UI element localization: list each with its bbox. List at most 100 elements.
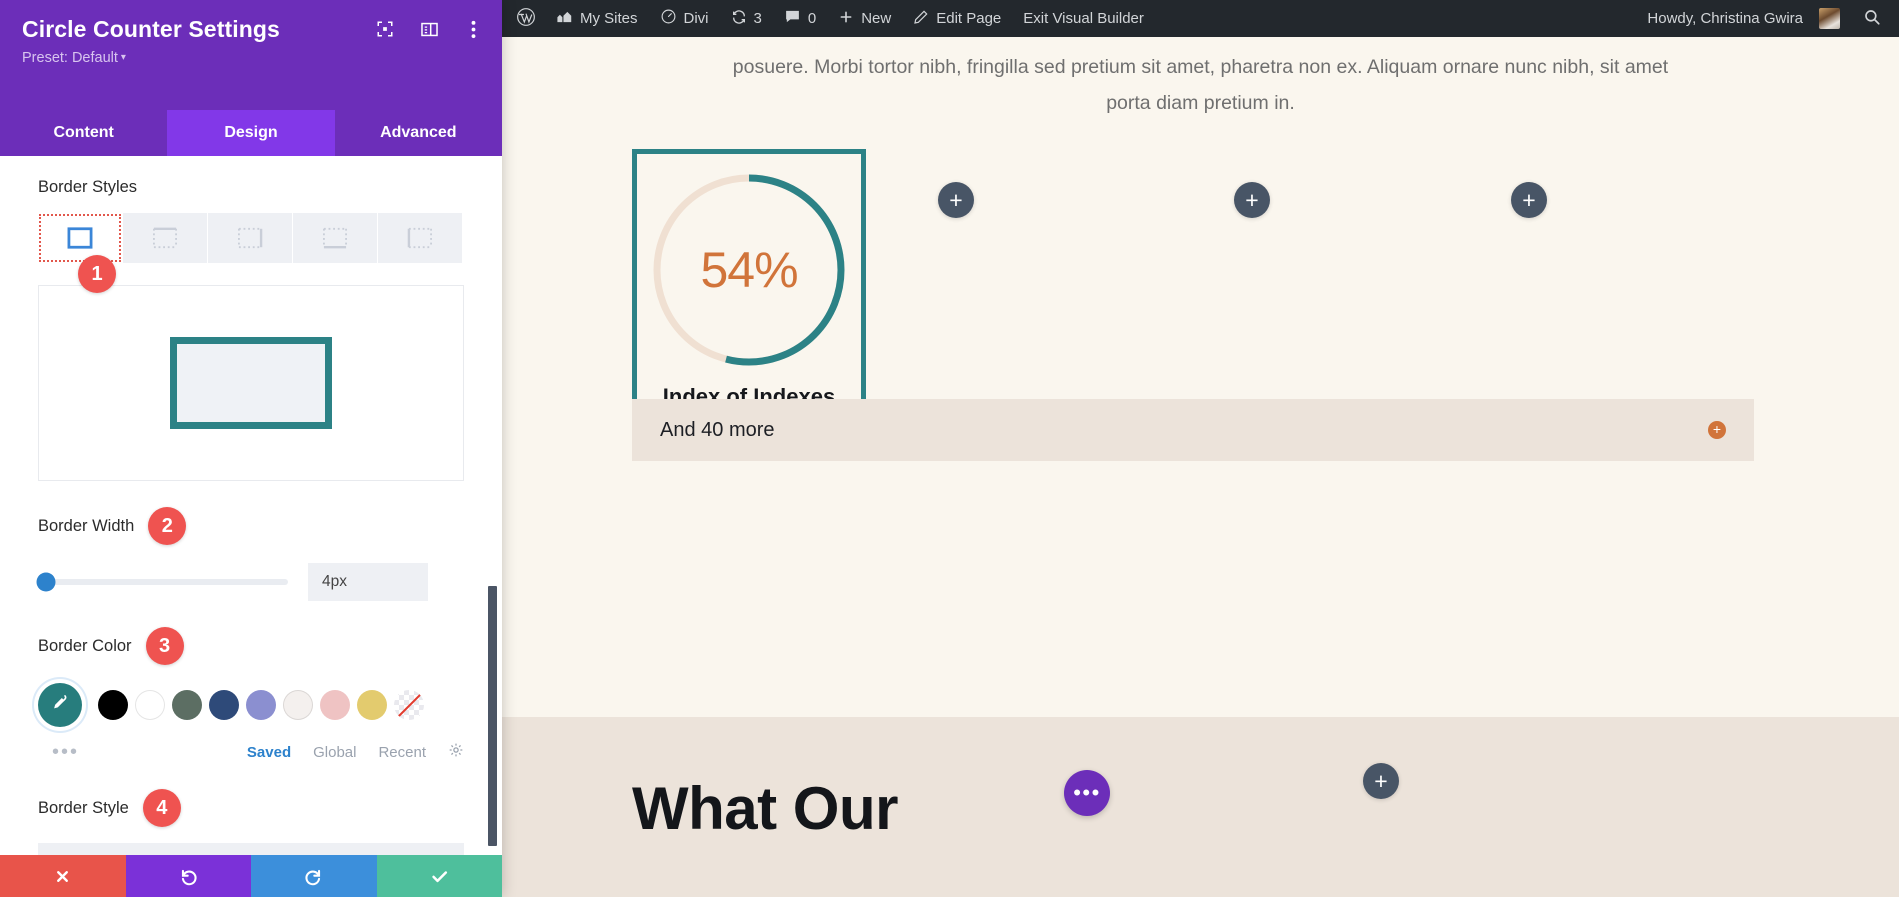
color-swatch-white[interactable] [135, 690, 165, 720]
add-module-button-1[interactable]: + [938, 182, 974, 218]
color-source-tabs: Saved Global Recent [247, 742, 464, 763]
panel-body: Border Styles [0, 156, 502, 855]
step-badge-4: 4 [143, 789, 181, 827]
panel-tabs: Content Design Advanced [0, 110, 502, 156]
section-settings-button[interactable]: ••• [1064, 770, 1110, 816]
admin-bar-edit-page[interactable]: Edit Page [902, 0, 1012, 37]
update-icon [731, 9, 747, 29]
color-swatch-more-button[interactable]: ••• [38, 747, 79, 757]
admin-bar-my-sites[interactable]: My Sites [545, 0, 649, 37]
admin-bar-right: Howdy, Christina Gwira [1636, 0, 1899, 37]
body-paragraph: posuere. Morbi tortor nibh, fringilla se… [711, 49, 1691, 121]
color-tab-global[interactable]: Global [313, 744, 356, 761]
border-width-label-row: Border Width 2 [38, 507, 464, 545]
circle-counter-percent: 54% [649, 241, 849, 299]
focus-icon[interactable] [374, 18, 396, 40]
cancel-button[interactable] [0, 855, 126, 897]
border-style-option-bottom[interactable] [293, 213, 377, 263]
border-color-label: Border Color [38, 637, 132, 656]
color-swatch-transparent[interactable] [394, 690, 424, 720]
border-width-slider-handle[interactable] [36, 573, 55, 592]
add-row-button[interactable]: + [1363, 763, 1399, 799]
divi-icon [660, 8, 677, 29]
add-item-icon[interactable]: + [1708, 421, 1726, 439]
border-style-select-wrap: Solid [38, 843, 464, 855]
admin-bar-new-label: New [861, 10, 891, 27]
redo-icon [304, 867, 323, 886]
border-style-select[interactable]: Solid [38, 843, 464, 855]
avatar [1819, 8, 1840, 29]
color-swatch-sage-dark[interactable] [172, 690, 202, 720]
color-swatch-off-white[interactable] [283, 690, 313, 720]
circle-counter-graphic: 54% [649, 170, 849, 370]
comment-icon [784, 8, 801, 29]
border-width-control [38, 563, 464, 601]
border-styles-label-row: Border Styles [38, 178, 464, 197]
color-swatch-periwinkle[interactable] [246, 690, 276, 720]
eyedropper-icon [50, 693, 70, 718]
admin-bar-updates-count: 3 [754, 10, 762, 27]
panel-scrollbar-thumb[interactable] [488, 586, 497, 846]
save-button[interactable] [377, 855, 503, 897]
add-module-button-3[interactable]: + [1511, 182, 1547, 218]
border-color-swatches [38, 683, 464, 727]
border-width-input[interactable] [308, 563, 428, 601]
plus-icon: + [949, 189, 962, 212]
admin-bar-account[interactable]: Howdy, Christina Gwira [1636, 0, 1851, 37]
admin-bar-comments[interactable]: 0 [773, 0, 827, 37]
color-tab-recent[interactable]: Recent [378, 744, 426, 761]
pencil-icon [913, 9, 929, 29]
admin-bar-exit-visual-builder[interactable]: Exit Visual Builder [1012, 0, 1155, 37]
wordpress-logo-button[interactable] [502, 0, 545, 37]
admin-bar-updates[interactable]: 3 [720, 0, 773, 37]
color-swatch-blush[interactable] [320, 690, 350, 720]
admin-bar-edit-page-label: Edit Page [936, 10, 1001, 27]
admin-bar-divi-label: Divi [684, 10, 709, 27]
border-style-label-row: Border Style 4 [38, 789, 464, 827]
admin-bar-greeting: Howdy, Christina Gwira [1647, 10, 1803, 27]
and-more-label: And 40 more [660, 419, 775, 442]
panel-layout-icon[interactable] [418, 18, 440, 40]
border-style-option-top[interactable] [123, 213, 207, 263]
undo-icon [179, 867, 198, 886]
color-tab-saved[interactable]: Saved [247, 744, 291, 761]
admin-bar-new[interactable]: New [827, 0, 902, 37]
redo-button[interactable] [251, 855, 377, 897]
border-preview [38, 285, 464, 481]
plus-icon [838, 9, 854, 29]
border-width-slider[interactable] [38, 579, 288, 585]
step-badge-1: 1 [78, 255, 116, 293]
check-icon [430, 867, 449, 886]
border-style-label: Border Style [38, 799, 129, 818]
testimonials-section: What Our ••• + [502, 717, 1899, 897]
admin-bar-comments-count: 0 [808, 10, 816, 27]
border-style-option-all[interactable] [38, 213, 122, 263]
tab-advanced[interactable]: Advanced [335, 110, 502, 156]
tab-content[interactable]: Content [0, 110, 167, 156]
admin-bar-my-sites-label: My Sites [580, 10, 638, 27]
step-badge-3: 3 [146, 627, 184, 665]
admin-bar-search-button[interactable] [1851, 8, 1899, 30]
color-swatch-meta-row: ••• Saved Global Recent [38, 741, 464, 763]
border-style-option-right[interactable] [208, 213, 292, 263]
color-swatch-gold[interactable] [357, 690, 387, 720]
panel-header-icons [374, 18, 484, 40]
page-content-area: posuere. Morbi tortor nibh, fringilla se… [502, 37, 1899, 897]
panel-preset-selector[interactable]: Preset: Default▾ [22, 49, 480, 67]
more-options-icon[interactable] [462, 18, 484, 40]
panel-action-bar [0, 855, 502, 897]
and-more-module[interactable]: And 40 more + [632, 399, 1754, 461]
color-swatch-black[interactable] [98, 690, 128, 720]
undo-button[interactable] [126, 855, 252, 897]
color-swatch-navy[interactable] [209, 690, 239, 720]
module-settings-panel: Circle Counter Settings Preset: Default▾ [0, 0, 502, 897]
border-style-option-left[interactable] [378, 213, 462, 263]
admin-bar-divi[interactable]: Divi [649, 0, 720, 37]
search-icon [1863, 8, 1881, 30]
tab-design[interactable]: Design [167, 110, 334, 156]
add-module-button-2[interactable]: + [1234, 182, 1270, 218]
plus-icon: + [1522, 189, 1535, 212]
color-picker-eyedropper-button[interactable] [38, 683, 82, 727]
gear-icon[interactable] [448, 742, 464, 763]
wp-admin-bar: My Sites Divi 3 [502, 0, 1899, 37]
